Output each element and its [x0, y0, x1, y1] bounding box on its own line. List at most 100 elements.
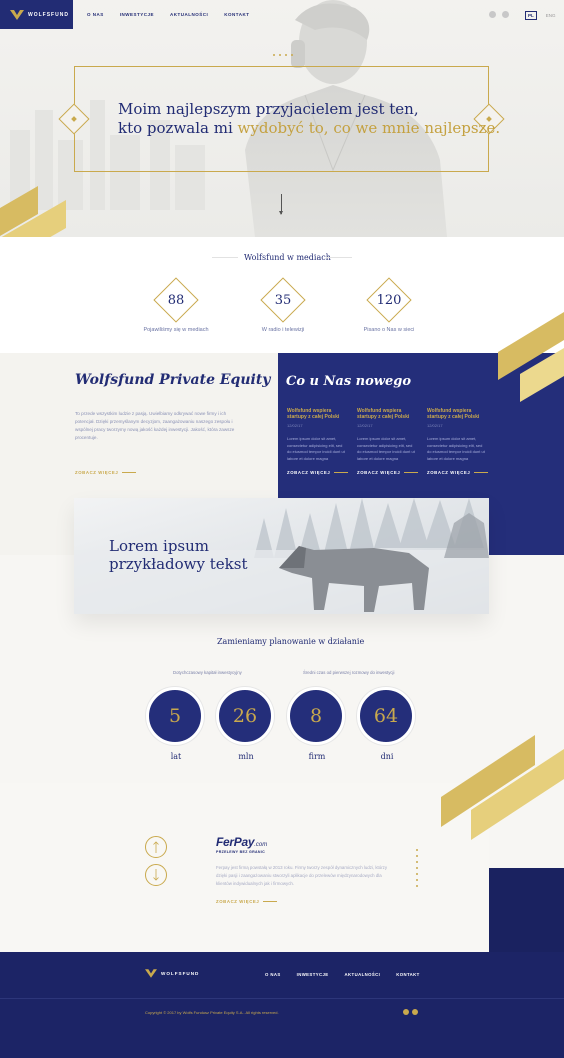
footer-nav: O NAS INWESTYCJE AKTUALNOŚCI KONTAKT: [265, 972, 420, 977]
arrow-right-icon: [334, 472, 349, 473]
wolf-logo-icon: [10, 9, 24, 20]
figure-unit: dni: [380, 752, 394, 761]
hero-quote-line2-gold: wydobyć to, co we mnie najlepsze.: [237, 119, 501, 137]
news-more-link[interactable]: ZOBACZ WIĘCEJ: [357, 470, 419, 475]
news-more-label: ZOBACZ WIĘCEJ: [287, 470, 331, 475]
divider: [326, 257, 352, 258]
arrow-right-icon: [474, 472, 489, 473]
portfolio-next-button[interactable]: [145, 864, 167, 886]
news-headline: Wolfsfund wspiera startupy z całej Polsk…: [287, 408, 340, 420]
stat-label: Pisano o Nas w sieci: [363, 327, 415, 333]
scroll-down-arrow-icon[interactable]: [279, 194, 283, 215]
ferpay-logo-suffix: .com: [254, 842, 268, 848]
news-date: 12/02/17: [357, 423, 373, 428]
arrow-up-icon: [153, 841, 159, 853]
wolf-logo-icon: [145, 969, 157, 978]
figure-circle: 26: [216, 687, 274, 745]
footer-nav-o-nas[interactable]: O NAS: [265, 972, 281, 977]
news-headline: Wolfsfund wspiera startupy z całej Polsk…: [427, 408, 480, 420]
lang-eng[interactable]: ENG: [546, 13, 556, 18]
figure-circle: 64: [357, 687, 415, 745]
divider: [212, 257, 238, 258]
news-item[interactable]: Wolfsfund wspiera startupy z całej Polsk…: [357, 408, 417, 462]
footer-nav-inwestycje[interactable]: INWESTYCJE: [297, 972, 329, 977]
media-title: Wolfsfund w mediach: [244, 253, 331, 262]
footer: [0, 952, 564, 1058]
news-more-link[interactable]: ZOBACZ WIĘCEJ: [427, 470, 489, 475]
facebook-icon[interactable]: [403, 1009, 409, 1015]
gold-stripe-decoration-right: [498, 312, 564, 402]
logo[interactable]: WOLFSFUND: [0, 0, 73, 29]
pe-description: To przede wszystkim ludzie z pasją. Uwie…: [75, 411, 235, 440]
main-nav: O NAS INWESTYCJE AKTUALNOŚCI KONTAKT: [87, 12, 249, 17]
pe-more-label: ZOBACZ WIĘCEJ: [75, 470, 119, 475]
banner-title-line1: Lorem ipsum: [109, 537, 210, 555]
news-more-label: ZOBACZ WIĘCEJ: [357, 470, 401, 475]
stat-value: 88: [167, 293, 185, 308]
figure-unit: firm: [308, 752, 326, 761]
arrow-right-icon: [122, 472, 137, 473]
portfolio-pagination[interactable]: [416, 849, 418, 887]
nav-item-inwestycje[interactable]: INWESTYCJE: [120, 12, 154, 17]
twitter-icon[interactable]: [502, 11, 509, 18]
news-text: Lorem ipsum dolor sit amet, consectetur …: [427, 436, 485, 461]
hero-quote: Moim najlepszym przyjacielem jest ten, k…: [118, 100, 500, 138]
news-more-label: ZOBACZ WIĘCEJ: [427, 470, 471, 475]
news-item[interactable]: Wolfsfund wspiera startupy z całej Polsk…: [427, 408, 487, 462]
nav-item-kontakt[interactable]: KONTAKT: [224, 12, 249, 17]
figure-unit: lat: [170, 752, 182, 761]
header-social: [489, 11, 509, 18]
stat-label: W radio i telewizji: [261, 327, 305, 333]
news-title: Co u Nas nowego: [286, 374, 412, 389]
ferpay-more-label: ZOBACZ WIĘCEJ: [216, 899, 260, 904]
twitter-icon[interactable]: [412, 1009, 418, 1015]
plan-label-capital: Dotychczasowy kapitał inwestycyjny: [173, 670, 242, 675]
arrow-down-icon: [153, 869, 159, 881]
stat-label: Pojawiliśmy się w mediach: [143, 327, 209, 333]
slider-dots[interactable]: [273, 54, 293, 56]
stat-value: 35: [274, 293, 292, 308]
news-headline: Wolfsfund wspiera startupy z całej Polsk…: [357, 408, 410, 420]
hero-quote-line1: Moim najlepszym przyjacielem jest ten,: [118, 100, 419, 118]
ferpay-more-link[interactable]: ZOBACZ WIĘCEJ: [216, 899, 278, 904]
banner-title: Lorem ipsum przykładowy tekst: [109, 537, 247, 573]
figure-circle: 8: [287, 687, 345, 745]
plan-label-time: Średni czas od pierwszej rozmowy do inwe…: [303, 670, 395, 675]
copyright: Copyright © 2017 by Wolfs Fundusz Privat…: [145, 1010, 279, 1015]
news-text: Lorem ipsum dolor sit amet, consectetur …: [287, 436, 345, 461]
lang-pl[interactable]: PL: [525, 11, 537, 20]
instagram-icon[interactable]: [489, 11, 496, 18]
footer-social: [403, 1009, 418, 1015]
footer-brand: WOLFSFUND: [161, 971, 200, 976]
news-item[interactable]: Wolfsfund wspiera startupy z całej Polsk…: [287, 408, 347, 462]
gold-stripe-decoration-bottom: [441, 735, 564, 840]
stat-value: 120: [376, 293, 402, 308]
plan-title: Zamieniamy planowanie w działanie: [217, 637, 365, 646]
dark-block: [489, 868, 564, 952]
ferpay-logo[interactable]: FerPay.com PRZELEWY BEZ GRANIC: [216, 833, 267, 854]
ferpay-logo-name: FerPay: [216, 835, 255, 849]
news-date: 12/02/17: [427, 423, 443, 428]
arrow-right-icon: [263, 901, 278, 902]
pe-title: Wolfsfund Private Equity: [75, 372, 271, 388]
language-switcher: PL ENG: [525, 11, 556, 20]
brand-name: WOLFSFUND: [28, 11, 69, 18]
nav-item-o-nas[interactable]: O NAS: [87, 12, 104, 17]
figure-circle: 5: [146, 687, 204, 745]
footer-divider: [0, 998, 564, 999]
footer-logo[interactable]: WOLFSFUND: [145, 969, 199, 978]
arrow-right-icon: [404, 472, 419, 473]
ferpay-tagline: PRZELEWY BEZ GRANIC: [216, 850, 265, 854]
news-text: Lorem ipsum dolor sit amet, consectetur …: [357, 436, 415, 461]
pe-more-link[interactable]: ZOBACZ WIĘCEJ: [75, 470, 137, 475]
portfolio-prev-button[interactable]: [145, 836, 167, 858]
hero-quote-line2-plain: kto pozwala mi: [118, 119, 238, 137]
figure-unit: mln: [238, 752, 254, 761]
news-date: 12/02/17: [287, 423, 303, 428]
news-more-link[interactable]: ZOBACZ WIĘCEJ: [287, 470, 349, 475]
banner-title-line2: przykładowy tekst: [109, 555, 248, 573]
footer-nav-aktualnosci[interactable]: AKTUALNOŚCI: [345, 972, 381, 977]
footer-nav-kontakt[interactable]: KONTAKT: [396, 972, 420, 977]
nav-item-aktualnosci[interactable]: AKTUALNOŚCI: [170, 12, 208, 17]
ferpay-description: Ferpay jest firmą powstałą w 2013 roku. …: [216, 865, 388, 886]
